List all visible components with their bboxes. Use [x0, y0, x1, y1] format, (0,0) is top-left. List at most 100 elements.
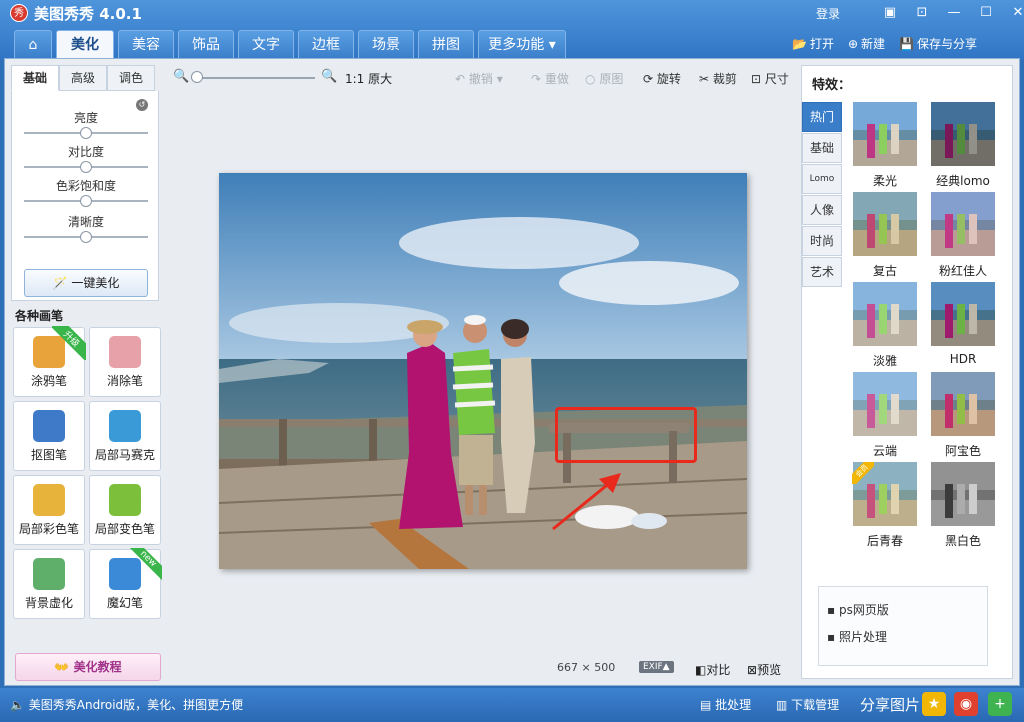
compare-label: 对比 [706, 663, 731, 677]
subtab-color[interactable]: 调色 [107, 65, 155, 91]
highlight-box [555, 407, 697, 463]
saturation-slider[interactable]: 色彩饱和度 [24, 177, 148, 207]
contrast-slider[interactable]: 对比度 [24, 143, 148, 173]
category-portrait[interactable]: 人像 [802, 195, 842, 225]
effect-item[interactable]: 复古 [846, 192, 924, 282]
exif-button[interactable]: EXIF▲ [639, 661, 674, 673]
category-lomo[interactable]: Lomo [802, 164, 842, 194]
rotate-button[interactable]: ⟳ 旋转 [643, 70, 681, 87]
pen-tool[interactable]: 抠图笔 [13, 401, 85, 471]
preview-button[interactable]: ⊠预览 [747, 661, 781, 678]
maximize-button[interactable]: ☐ [970, 3, 1002, 23]
pen-tool[interactable]: 消除笔 [89, 327, 161, 397]
tab-text[interactable]: 文字 [238, 30, 294, 58]
pen-tool[interactable]: 局部马赛克 [89, 401, 161, 471]
slider-track [24, 127, 148, 139]
slider-knob[interactable] [80, 161, 92, 173]
ad-link[interactable]: ▪ ps网页版 [827, 601, 987, 618]
slider-knob[interactable] [80, 231, 92, 243]
pen-label: 消除笔 [106, 374, 143, 388]
sharpness-slider[interactable]: 清晰度 [24, 213, 148, 243]
effect-item[interactable]: 柔光 [846, 102, 924, 192]
zoom-in-icon[interactable]: 🔍 [321, 69, 337, 84]
tab-beautify[interactable]: 美化 [56, 30, 114, 58]
compare-button[interactable]: ◧对比 [695, 661, 730, 678]
edited-photo[interactable] [219, 173, 747, 569]
effect-item[interactable]: 粉红佳人 [924, 192, 1002, 282]
redo-button[interactable]: ↷ 重做 [531, 70, 569, 87]
tab-more-features[interactable]: 更多功能 ▾ [478, 30, 566, 58]
one-click-beautify-button[interactable]: 🪄 一键美化 [24, 269, 148, 297]
ad-link-label: ps网页版 [838, 603, 889, 617]
actual-size-button[interactable]: 1:1 原大 [345, 70, 392, 87]
feedback-icon[interactable]: ▣ [874, 3, 906, 23]
subtab-basic[interactable]: 基础 [11, 65, 59, 91]
category-hot[interactable]: 热门 [802, 102, 842, 132]
minimize-button[interactable]: — [938, 3, 970, 23]
ad-box: ▪ ps网页版 ▪ 照片处理 [818, 586, 988, 666]
pen-ribbon: 升级 [52, 326, 86, 360]
menu-icon[interactable]: ⊡ [906, 3, 938, 23]
pen-tool[interactable]: 局部变色笔 [89, 475, 161, 545]
effect-label: 淡雅 [872, 354, 897, 368]
pen-tool[interactable]: 魔幻笔 new [89, 548, 162, 619]
category-basic[interactable]: 基础 [802, 133, 842, 163]
slider-knob[interactable] [80, 195, 92, 207]
resize-label: 尺寸 [764, 72, 789, 86]
undo-button[interactable]: ↶ 撤销 ▾ [455, 70, 503, 87]
tab-frame[interactable]: 边框 [298, 30, 354, 58]
effect-item[interactable]: 阿宝色 [924, 372, 1002, 462]
save-share-button[interactable]: 💾 保存与分享 [899, 35, 977, 52]
original-button[interactable]: ○ 原图 [585, 70, 623, 87]
new-button[interactable]: ⊕ 新建 [848, 35, 885, 52]
batch-process-button[interactable]: ▤ 批处理 [700, 696, 751, 713]
slider-knob[interactable] [80, 127, 92, 139]
login-link[interactable]: 登录 [816, 5, 840, 22]
weibo-icon[interactable]: ◉ [954, 692, 978, 716]
pen-icon [109, 410, 141, 442]
effect-item[interactable]: 黑白色 [924, 462, 1002, 552]
effect-item[interactable]: HDR [924, 282, 1002, 372]
beautify-tutorial-button[interactable]: 👐 美化教程 [15, 653, 161, 681]
subtab-advanced[interactable]: 高级 [59, 65, 107, 91]
close-button[interactable]: ✕ [1002, 3, 1024, 23]
tab-face[interactable]: 美容 [118, 30, 174, 58]
effect-item[interactable]: 云端 [846, 372, 924, 462]
ad-link[interactable]: ▪ 照片处理 [827, 628, 987, 645]
zoom-slider-track[interactable] [191, 77, 315, 79]
home-icon[interactable]: ⌂ [14, 30, 52, 58]
pen-tool[interactable]: 背景虚化 [13, 549, 85, 619]
zoom-out-icon[interactable]: 🔍 [173, 69, 189, 84]
one-click-beautify-label: 一键美化 [71, 276, 120, 290]
category-art[interactable]: 艺术 [802, 257, 842, 287]
brightness-slider[interactable]: 亮度 [24, 109, 148, 139]
download-manager-button[interactable]: ▥ 下载管理 [776, 696, 839, 713]
more-share-icon[interactable]: + [988, 692, 1012, 716]
crop-icon: ✂ [699, 72, 710, 86]
tab-scene[interactable]: 场景 [358, 30, 414, 58]
effect-item[interactable]: 经典lomo [924, 102, 1002, 192]
crop-button[interactable]: ✂ 裁剪 [699, 70, 737, 87]
open-button[interactable]: 📂 打开 [792, 35, 834, 52]
effects-categories: 热门 基础 Lomo 人像 时尚 艺术 [802, 102, 842, 288]
effect-label: 粉红佳人 [938, 264, 987, 278]
pen-tool[interactable]: 局部彩色笔 [13, 475, 85, 545]
effect-item[interactable]: 会员 后青春 [846, 462, 924, 552]
open-label: 打开 [809, 37, 834, 51]
tab-accessories[interactable]: 饰品 [178, 30, 234, 58]
tab-collage[interactable]: 拼图 [418, 30, 474, 58]
batch-icon: ▤ [700, 698, 712, 712]
zoom-slider-knob[interactable] [191, 71, 203, 83]
effect-label: HDR [949, 352, 977, 366]
star-share-icon[interactable]: ★ [922, 692, 946, 716]
effect-label: 黑白色 [944, 534, 981, 548]
category-fashion[interactable]: 时尚 [802, 226, 842, 256]
slider-track [24, 195, 148, 207]
effect-item[interactable]: 淡雅 [846, 282, 924, 372]
resize-button[interactable]: ⊡ 尺寸 [751, 70, 789, 87]
pen-tool[interactable]: 涂鸦笔 升级 [13, 326, 86, 397]
plus-icon: ⊕ [847, 37, 859, 51]
android-promo-link[interactable]: 🔈 美图秀秀Android版，美化、拼图更方便 [10, 696, 243, 713]
canvas-area: 667 × 500 EXIF▲ ◧对比 ⊠预览 [169, 95, 795, 678]
slider-label: 对比度 [67, 145, 104, 159]
